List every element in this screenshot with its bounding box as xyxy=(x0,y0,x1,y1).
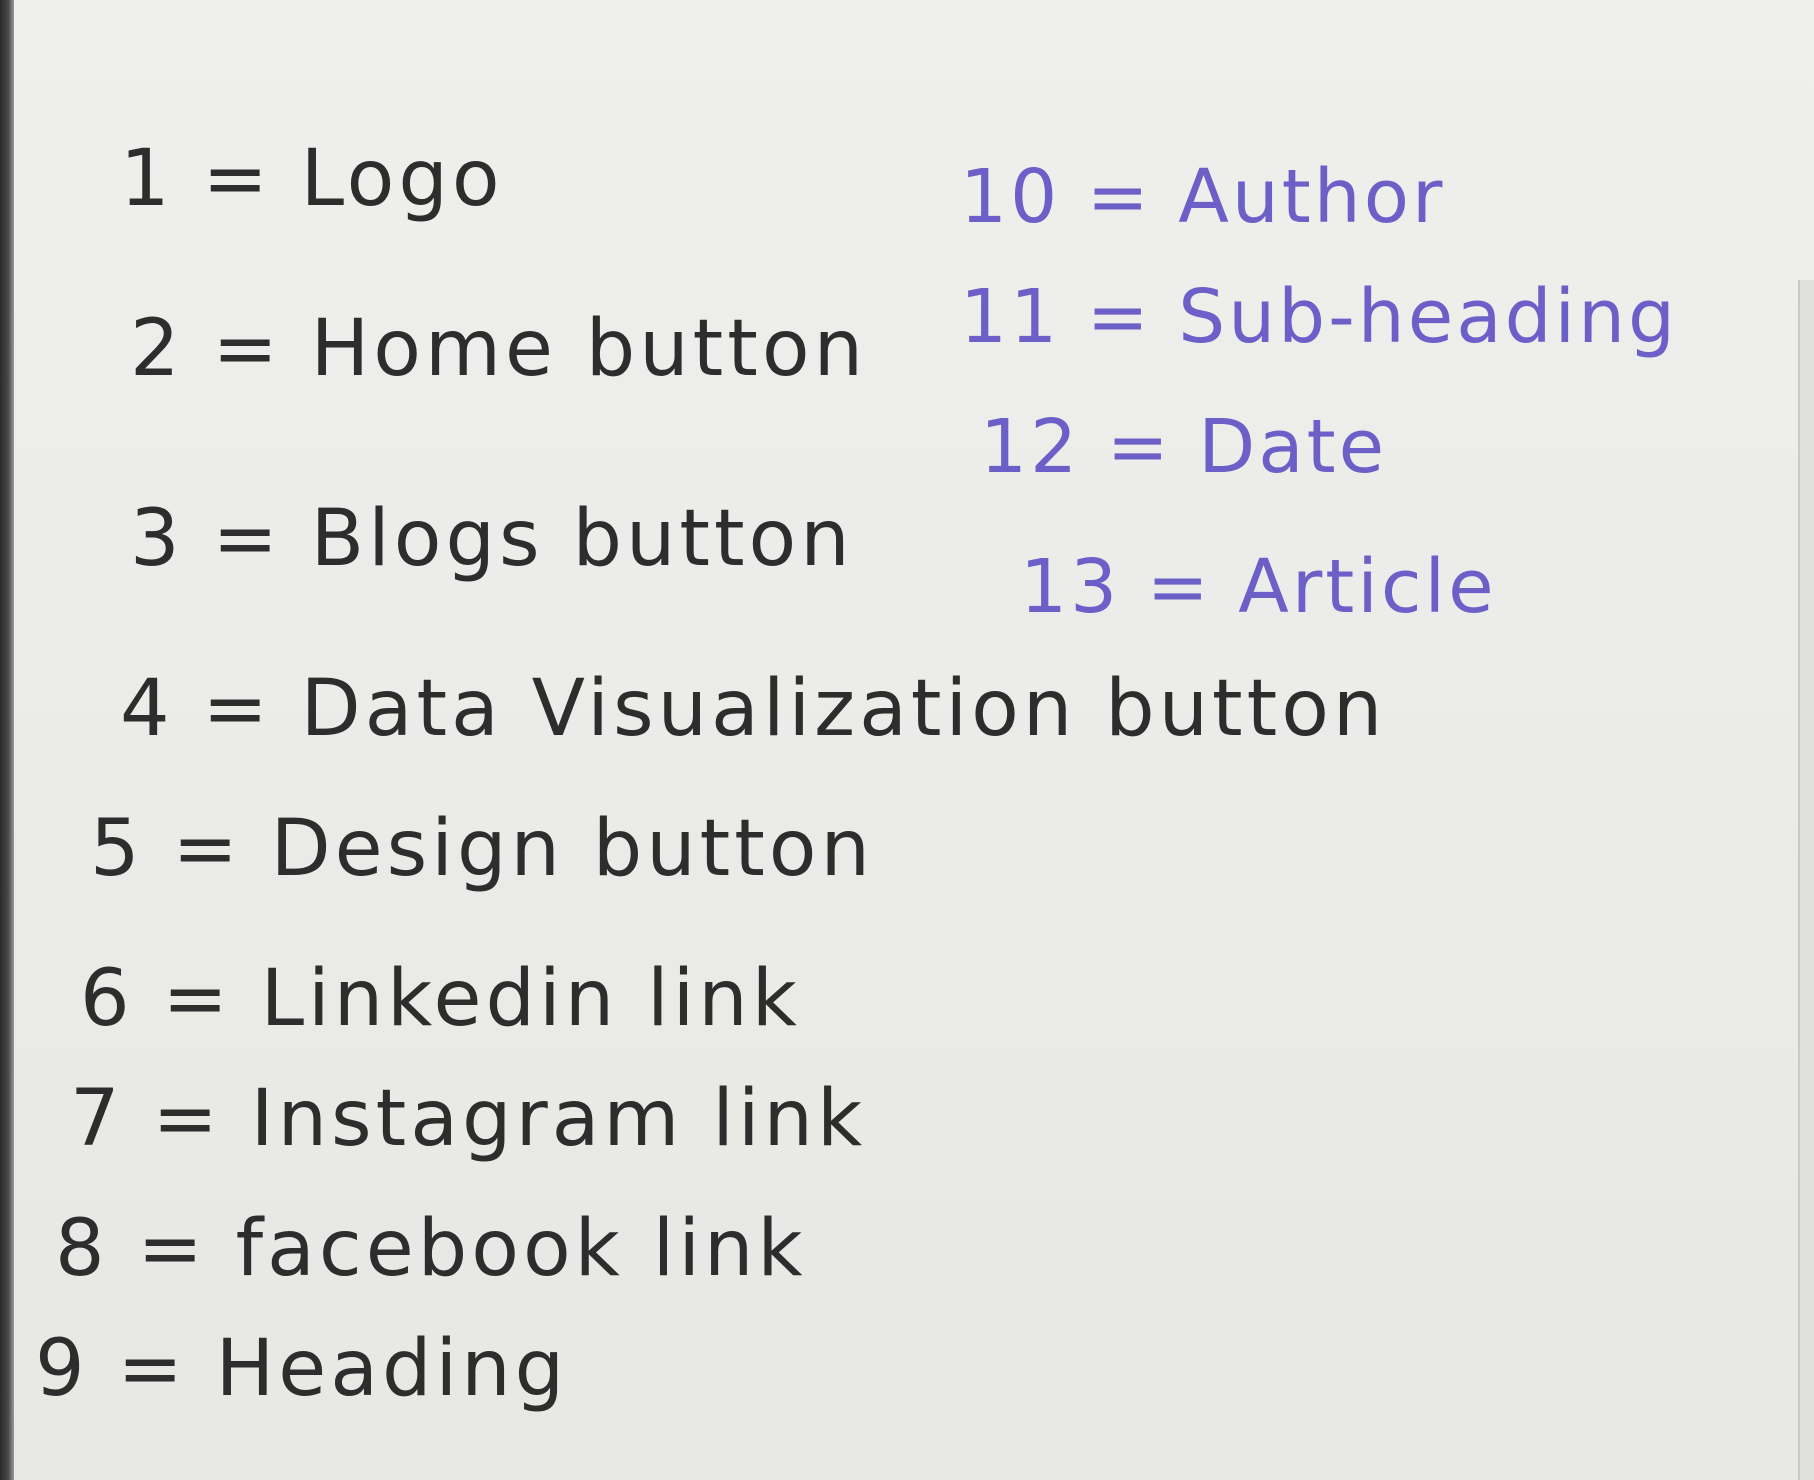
legend-label: Date xyxy=(1198,404,1388,490)
paper-fold xyxy=(1798,280,1814,1480)
legend-item-logo: 1 = Logo xyxy=(120,140,504,218)
legend-number: 13 xyxy=(1020,544,1121,630)
legend-label: Instagram link xyxy=(250,1074,867,1164)
legend-separator: = xyxy=(162,954,232,1044)
legend-item-instagram-link: 7 = Instagram link xyxy=(70,1080,866,1158)
legend-number: 9 xyxy=(35,1324,89,1414)
legend-number: 5 xyxy=(90,804,144,894)
legend-separator: = xyxy=(1146,544,1212,630)
legend-number: 8 xyxy=(55,1204,109,1294)
legend-number: 10 xyxy=(960,154,1061,240)
legend-item-article: 13 = Article xyxy=(1020,550,1497,624)
legend-separator: = xyxy=(202,664,272,754)
legend-separator: = xyxy=(137,1204,207,1294)
legend-separator: = xyxy=(117,1324,187,1414)
legend-label: Sub-heading xyxy=(1178,274,1678,360)
legend-item-date: 12 = Date xyxy=(980,410,1387,484)
legend-item-linkedin-link: 6 = Linkedin link xyxy=(80,960,801,1038)
legend-separator: = xyxy=(1106,404,1172,490)
legend-label: Linkedin link xyxy=(260,954,801,1044)
legend-item-facebook-link: 8 = facebook link xyxy=(55,1210,807,1288)
legend-item-sub-heading: 11 = Sub-heading xyxy=(960,280,1678,354)
legend-label: Logo xyxy=(300,134,504,224)
legend-number: 6 xyxy=(80,954,134,1044)
legend-label: Home button xyxy=(310,304,868,394)
legend-number: 3 xyxy=(130,494,184,584)
legend-number: 1 xyxy=(120,134,174,224)
legend-separator: = xyxy=(1086,274,1152,360)
legend-number: 11 xyxy=(960,274,1061,360)
legend-number: 7 xyxy=(70,1074,124,1164)
legend-item-design-button: 5 = Design button xyxy=(90,810,874,888)
legend-separator: = xyxy=(202,134,272,224)
legend-label: Blogs button xyxy=(310,494,854,584)
legend-item-author: 10 = Author xyxy=(960,160,1445,234)
legend-number: 12 xyxy=(980,404,1081,490)
legend-label: Author xyxy=(1178,154,1446,240)
legend-separator: = xyxy=(172,804,242,894)
legend-label: Article xyxy=(1238,544,1497,630)
legend-label: facebook link xyxy=(235,1204,807,1294)
legend-item-heading: 9 = Heading xyxy=(35,1330,568,1408)
legend-number: 2 xyxy=(130,304,184,394)
legend-item-blogs-button: 3 = Blogs button xyxy=(130,500,854,578)
legend-separator: = xyxy=(212,494,282,584)
legend-label: Data Visualization button xyxy=(300,664,1387,754)
legend-label: Design button xyxy=(270,804,874,894)
legend-label: Heading xyxy=(215,1324,569,1414)
legend-item-home-button: 2 = Home button xyxy=(130,310,867,388)
legend-item-data-visualization-button: 4 = Data Visualization button xyxy=(120,670,1386,748)
legend-separator: = xyxy=(212,304,282,394)
legend-separator: = xyxy=(152,1074,222,1164)
legend-separator: = xyxy=(1086,154,1152,240)
desk-edge xyxy=(0,0,14,1480)
legend-number: 4 xyxy=(120,664,174,754)
